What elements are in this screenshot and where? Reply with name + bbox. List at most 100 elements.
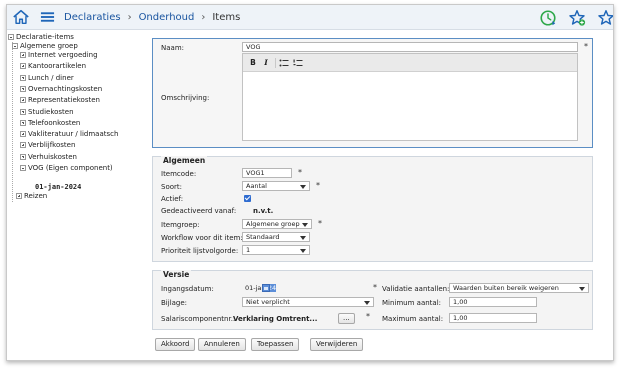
tree-item[interactable]: Vakliteratuur / lidmaatsch (20, 130, 118, 139)
collapse-icon[interactable] (12, 43, 18, 49)
expand-icon[interactable] (20, 52, 26, 58)
required-marker: * (298, 168, 302, 177)
verwijderen-button[interactable]: Verwijderen (310, 338, 364, 351)
bulleted-list-icon[interactable] (279, 58, 289, 68)
calendar-icon[interactable] (262, 284, 270, 292)
breadcrumb-declaraties[interactable]: Declaraties (64, 12, 121, 23)
tree-group-label: Algemene groep (20, 42, 78, 50)
tree-item[interactable]: Studiekosten (20, 108, 74, 117)
refresh-clock-icon[interactable] (539, 9, 557, 27)
tree-item-label: Lunch / diner (28, 73, 74, 82)
breadcrumb-onderhoud[interactable]: Onderhoud (139, 12, 195, 23)
prioriteit-select[interactable]: 1 (242, 245, 310, 255)
tree-item[interactable]: Representatiekosten (20, 96, 100, 105)
algemeen-panel: Algemeen Itemcode: VOG1 * Soort: Aantal … (152, 156, 593, 262)
tree-item[interactable]: Kantoorartikelen (20, 62, 86, 71)
numbered-list-icon[interactable] (293, 58, 303, 68)
algemeen-legend: Algemeen (161, 156, 208, 165)
required-marker: * (373, 283, 377, 292)
salaris-value: Verklaring Omtrent... (233, 315, 318, 323)
tree-item[interactable]: Overnachtingskosten (20, 85, 102, 94)
menu-icon[interactable] (40, 10, 55, 24)
gedeactiveerd-label: Gedeactiveerd vanaf: (161, 207, 237, 215)
ingangsdatum-input[interactable]: 01-jan-24 (242, 283, 368, 293)
annuleren-button[interactable]: Annuleren (198, 338, 246, 351)
ingangsdatum-label: Ingangsdatum: (161, 285, 214, 293)
tree-item[interactable]: Lunch / diner (20, 74, 74, 83)
tree-item-selected-version[interactable]: 01-jan-2024 (35, 183, 81, 192)
soort-label: Soort: (161, 183, 182, 191)
expand-icon[interactable] (20, 97, 26, 104)
expand-icon[interactable] (20, 131, 26, 138)
actief-checkbox[interactable] (244, 195, 251, 202)
expand-icon[interactable] (20, 74, 26, 81)
bijlage-select[interactable]: Niet verplicht (242, 297, 374, 307)
naam-input[interactable]: VOG (242, 42, 578, 52)
tree-item-label: VOG (Eigen component) (28, 164, 113, 172)
home-icon[interactable] (12, 8, 30, 26)
star-add-icon[interactable] (568, 9, 586, 27)
prioriteit-label: Prioriteit lijstvolgorde: (161, 247, 239, 255)
omschrijving-editor[interactable]: B I (242, 53, 578, 141)
italic-button[interactable]: I (261, 58, 271, 68)
breadcrumb-items: Items (212, 11, 241, 23)
collapse-icon[interactable] (8, 34, 14, 40)
tree-item[interactable]: Telefoonkosten (20, 119, 80, 128)
tree-item-label: Studiekosten (28, 107, 74, 116)
name-description-panel: Naam: VOG * Omschrijving: B I (152, 38, 593, 148)
expand-icon[interactable] (20, 85, 26, 92)
item-tree: Declaratie-items Algemene groep Internet… (7, 31, 145, 360)
tree-root[interactable]: Declaratie-items (8, 33, 74, 42)
expand-icon[interactable] (20, 63, 26, 70)
tree-group[interactable]: Algemene groep (12, 42, 78, 51)
toepassen-button[interactable]: Toepassen (251, 338, 300, 351)
breadcrumb-separator: › (127, 11, 132, 23)
tree-item-label: Reizen (24, 192, 48, 200)
salaris-browse-button[interactable]: ... (338, 313, 355, 324)
bijlage-label: Bijlage: (161, 299, 188, 307)
versie-legend: Versie (161, 270, 192, 279)
workflow-select[interactable]: Standaard (242, 232, 310, 242)
top-bar: Declaraties › Onderhoud › Items (7, 5, 613, 30)
tree-item-label: Overnachtingskosten (28, 84, 103, 93)
breadcrumb: Declaraties › Onderhoud › Items (64, 10, 240, 24)
itemgroep-select[interactable]: Algemene groep (242, 219, 312, 229)
star-outline-icon[interactable] (597, 9, 614, 27)
soort-select[interactable]: Aantal (242, 181, 310, 191)
expand-icon[interactable] (20, 119, 26, 126)
maximum-label: Maximum aantal: (382, 315, 444, 323)
itemcode-label: Itemcode: (161, 170, 197, 178)
omschrijving-label: Omschrijving: (161, 94, 210, 102)
actief-label: Actief: (161, 195, 184, 203)
itemgroep-label: Itemgroep: (161, 221, 200, 229)
validatie-label: Validatie aantallen: (382, 285, 450, 293)
required-marker: * (366, 312, 370, 321)
tree-item-label: Verhuiskosten (28, 152, 77, 161)
minimum-label: Minimum aantal: (382, 299, 442, 307)
tree-item-label: Internet vergoeding (28, 51, 98, 59)
naam-label: Naam: (161, 44, 184, 52)
application-window: Declaraties › Onderhoud › Items Declarat… (6, 4, 614, 361)
collapse-icon[interactable] (20, 165, 26, 171)
expand-icon[interactable] (20, 108, 26, 115)
itemcode-input[interactable]: VOG1 (242, 168, 292, 178)
akkoord-button[interactable]: Akkoord (155, 338, 196, 351)
tree-item[interactable]: Verblijfkosten (20, 141, 75, 150)
expand-icon[interactable] (16, 193, 22, 199)
expand-icon[interactable] (20, 153, 26, 160)
validatie-select[interactable]: Waarden buiten bereik weigeren (449, 283, 589, 293)
breadcrumb-separator: › (201, 11, 206, 23)
tree-item[interactable]: Verhuiskosten (20, 153, 77, 162)
maximum-input[interactable]: 1,00 (449, 313, 537, 323)
gedeactiveerd-value: n.v.t. (253, 207, 274, 215)
tree-item-label: Telefoonkosten (28, 118, 81, 127)
required-marker: * (316, 181, 320, 190)
minimum-input[interactable]: 1,00 (449, 297, 537, 307)
tree-item[interactable]: VOG (Eigen component) (20, 164, 113, 173)
expand-icon[interactable] (20, 142, 26, 149)
tree-item-label: Verblijfkosten (28, 141, 76, 150)
workflow-label: Workflow voor dit item: (161, 234, 243, 242)
tree-item[interactable]: Internet vergoeding (20, 51, 98, 60)
bold-button[interactable]: B (248, 58, 258, 68)
tree-item-reizen[interactable]: Reizen (16, 192, 47, 201)
